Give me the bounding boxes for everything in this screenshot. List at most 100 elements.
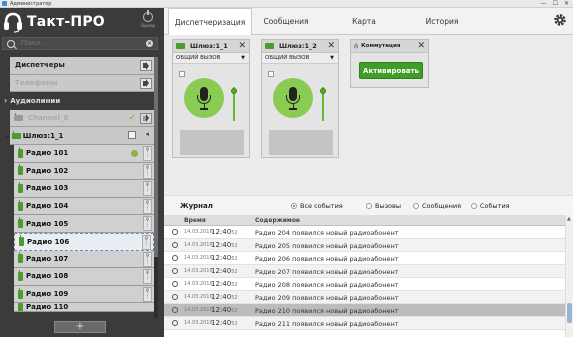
journal-row[interactable]: 14.03.2016 12:4052 Радио 209 появился новы… [164, 291, 565, 304]
call-mode-select[interactable]: ОБЩИЙ ВЫЗОВ ▼ [262, 53, 338, 64]
main-area: Диспетчеризация Сообщения Карта История … [164, 8, 573, 337]
check-icon[interactable]: ✓ [128, 113, 136, 123]
close-icon[interactable]: ✕ [417, 41, 425, 51]
clear-search-icon[interactable]: × [146, 40, 153, 47]
scroll-up-icon[interactable]: ▲ [567, 216, 571, 222]
app-name: Такт-ПРО [27, 14, 105, 30]
minimize-button[interactable]: — [541, 0, 547, 8]
chevron-down-icon[interactable]: ⌄ [4, 131, 11, 140]
radio-options-icon[interactable]: ♀ ⁝ [143, 216, 152, 232]
call-mode-select[interactable]: ОБЩИЙ ВЫЗОВ ▼ [173, 53, 249, 64]
radio-options-icon[interactable]: ♀ ⁝ [143, 251, 152, 267]
column-time[interactable]: Время [184, 217, 206, 224]
radio-button[interactable] [366, 203, 372, 209]
info-icon [172, 255, 178, 261]
filter-messages[interactable]: Сообщения [413, 202, 461, 210]
row-message: Радио 205 появился новый радиоабонент [255, 242, 399, 250]
radio-item[interactable]: Радио 110 [14, 303, 154, 313]
column-content[interactable]: Содержимое [255, 217, 300, 224]
panel-header: Шлюз:1_2 ✕ [262, 40, 338, 53]
gateway-icon [11, 130, 21, 139]
radio-button[interactable] [413, 203, 419, 209]
tab-messages[interactable]: Сообщения [254, 8, 318, 35]
journal-scrollbar[interactable]: ▲ [565, 215, 573, 337]
speaker-mini-icon[interactable]: ◂ [145, 130, 149, 138]
radio-label: Радио 102 [26, 166, 69, 175]
radio-item[interactable]: Радио 107 ♀ ⁝ [14, 250, 154, 269]
radio-item[interactable]: Радио 104 ♀ ⁝ [14, 197, 154, 216]
radio-options-icon[interactable]: ♀ ⁝ [142, 234, 151, 250]
volume-slider[interactable] [231, 87, 237, 121]
filter-label: Вызовы [375, 202, 401, 210]
radio-status-icon [131, 149, 138, 157]
volume-slider-handle[interactable] [231, 88, 237, 94]
close-icon[interactable]: ✕ [327, 41, 335, 51]
tree-item-phones[interactable]: Телефоны [10, 74, 154, 93]
sidebar-scroll-thumb[interactable] [154, 57, 158, 257]
tree-item-gateway[interactable]: ⌄ Шлюз:1_1 ◂ [4, 127, 154, 145]
maximize-button[interactable]: ☐ [553, 0, 558, 8]
radio-item[interactable]: Радио 109 ♀ ⁝ [14, 285, 154, 304]
radio-options-icon[interactable]: ♀ ⁝ [143, 181, 152, 197]
power-icon [143, 10, 153, 22]
close-icon[interactable]: ✕ [238, 41, 246, 51]
close-window-button[interactable]: ✕ [564, 0, 569, 8]
radio-item[interactable]: Радио 101 ♀ ⁝ [14, 144, 154, 163]
activate-button[interactable]: Активировать [359, 62, 423, 79]
ptt-microphone-button[interactable] [273, 78, 313, 118]
radio-options-icon[interactable]: ♀ ⁝ [143, 198, 152, 214]
speaker-icon[interactable] [140, 60, 152, 71]
panel-checkbox[interactable] [179, 71, 185, 77]
filter-events[interactable]: События [471, 202, 510, 210]
radio-options-icon[interactable]: ♀ ⁝ [143, 163, 152, 179]
journal-scroll-thumb[interactable] [567, 303, 572, 323]
call-mode-value: ОБЩИЙ ВЫЗОВ [176, 55, 221, 61]
speaker-icon[interactable] [140, 112, 152, 124]
radio-icon [18, 164, 23, 176]
journal-row[interactable]: 14.03.2016 12:4052 Радио 211 появился новы… [164, 317, 565, 330]
filter-label: События [480, 202, 510, 210]
status-area [269, 130, 333, 155]
panel-checkbox[interactable] [268, 71, 274, 77]
filter-calls[interactable]: Вызовы [366, 202, 401, 210]
radio-item[interactable]: Радио 105 ♀ ⁝ [14, 215, 154, 233]
add-button[interactable]: + [54, 321, 106, 333]
power-button[interactable]: Выход [140, 10, 156, 32]
ptt-microphone-button[interactable] [184, 78, 224, 118]
speaker-icon[interactable] [140, 77, 152, 89]
tab-history[interactable]: История [410, 8, 474, 35]
volume-slider-handle[interactable] [320, 88, 326, 94]
tree-item-dispatchers[interactable]: Диспетчеры [10, 57, 154, 75]
tree-item-audiolines[interactable]: › Аудиолинии [4, 92, 154, 110]
volume-slider[interactable] [320, 87, 326, 121]
switching-icon: ⫛ [354, 41, 359, 50]
tab-dispatching[interactable]: Диспетчеризация [168, 8, 252, 35]
radio-button[interactable] [471, 203, 477, 209]
radio-item-selected[interactable]: Радио 106 ♀ ⁝ [14, 232, 154, 251]
tab-map[interactable]: Карта [334, 8, 394, 35]
radio-options-icon[interactable]: ♀ ⁝ [143, 286, 152, 302]
row-message: Радио 207 появился новый радиоабонент [255, 268, 399, 276]
journal-row[interactable]: 14.03.2016 12:4052 Радио 205 появился новы… [164, 239, 565, 252]
radio-icon [18, 303, 23, 312]
journal-row[interactable]: 14.03.2016 12:4052 Радио 206 появился новы… [164, 252, 565, 265]
journal-row[interactable]: 14.03.2016 12:4052 Радио 210 появился новы… [164, 304, 565, 317]
radio-item[interactable]: Радио 102 ♀ ⁝ [14, 162, 154, 181]
filter-label: Сообщения [422, 202, 462, 210]
info-icon [172, 294, 178, 300]
radio-item[interactable]: Радио 103 ♀ ⁝ [14, 180, 154, 198]
tree-item-channel[interactable]: Channel_0 ✓ [10, 109, 154, 128]
row-message: Радио 206 появился новый радиоабонент [255, 255, 399, 263]
radio-options-icon[interactable]: ♀ ⁝ [143, 145, 152, 161]
journal-row[interactable]: 14.03.2016 12:4052 Радио 208 появился новы… [164, 278, 565, 291]
gear-icon[interactable] [553, 13, 567, 27]
journal-row[interactable]: 14.03.2016 12:4052 Радио 207 появился новы… [164, 265, 565, 278]
filter-all-events[interactable]: Все события [291, 202, 343, 210]
radio-button[interactable] [291, 203, 297, 209]
radio-item[interactable]: Радио 108 ♀ ⁝ [14, 268, 154, 286]
search-input[interactable] [21, 40, 141, 47]
journal-row[interactable]: 14.03.2016 12:4052 Радио 204 появился новы… [164, 226, 565, 239]
checkbox[interactable] [128, 131, 136, 140]
radio-options-icon[interactable]: ♀ ⁝ [143, 269, 152, 285]
chevron-right-icon[interactable]: › [4, 96, 7, 105]
